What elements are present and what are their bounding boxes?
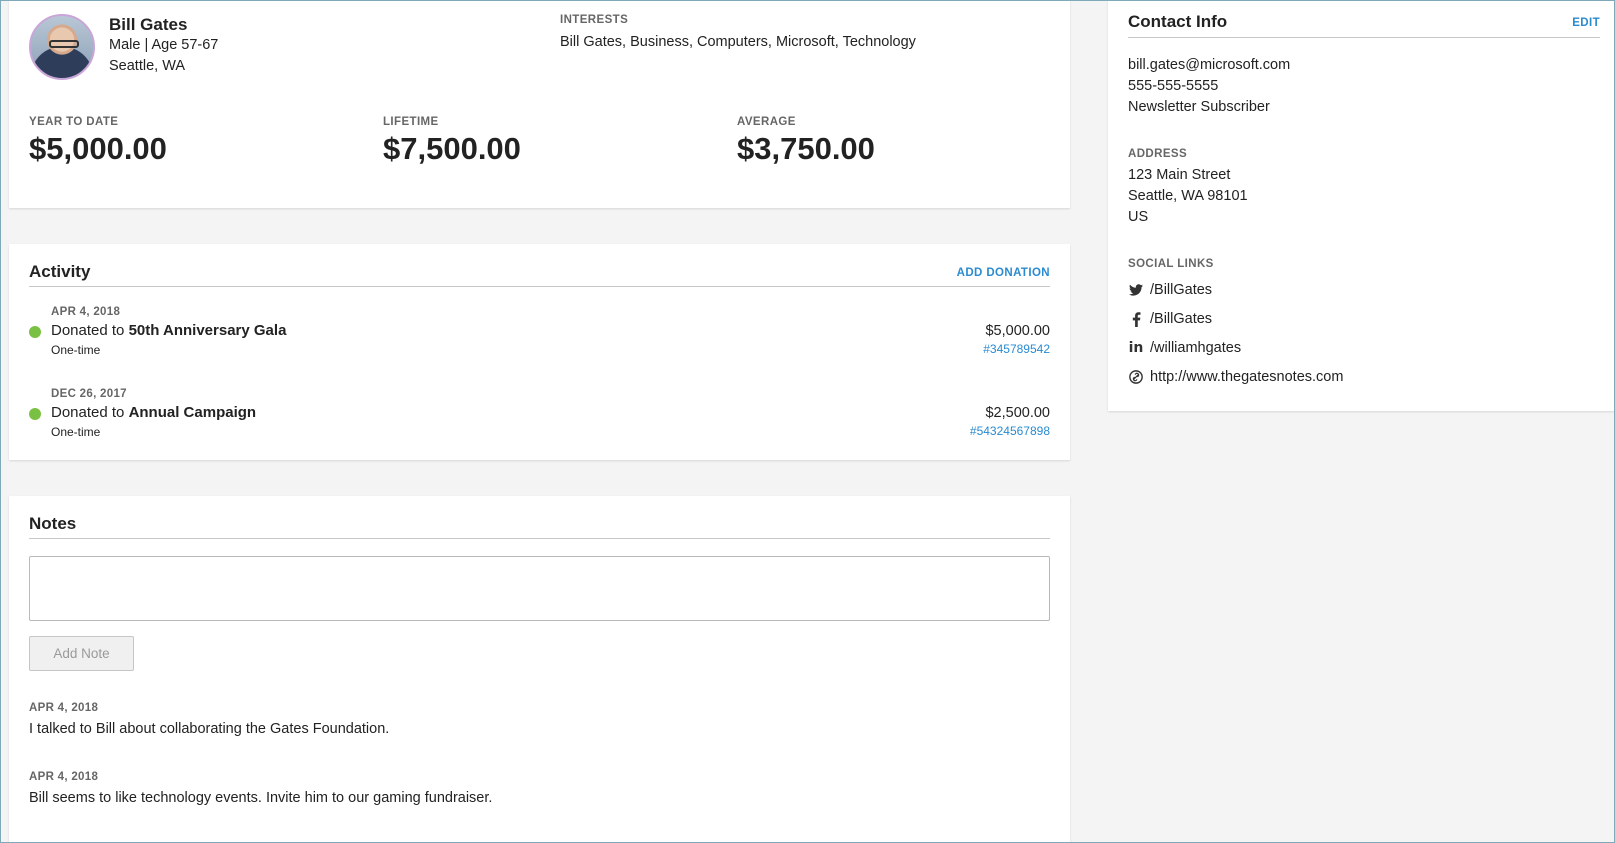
social-link-text: /BillGates — [1150, 311, 1213, 327]
contact-title: Contact Info — [1128, 12, 1228, 31]
twitter-icon — [1128, 282, 1144, 298]
address-country: US — [1128, 209, 1149, 225]
social-link-twitter[interactable]: /BillGates — [1128, 280, 1212, 300]
social-link-text: /BillGates — [1150, 282, 1213, 298]
social-links-label: SOCIAL LINKS — [1128, 258, 1214, 270]
note-text: I talked to Bill about collaborating the… — [29, 721, 390, 737]
stat-value-lifetime: $7,500.00 — [383, 131, 521, 166]
contact-phone: 555-555-5555 — [1128, 78, 1219, 94]
activity-amount: $5,000.00 — [985, 323, 1050, 339]
activity-amount: $2,500.00 — [985, 405, 1050, 421]
activity-description: Donated to 50th Anniversary Gala — [51, 322, 287, 339]
activity-card: Activity ADD DONATION APR 4, 2018 Donate… — [9, 244, 1070, 460]
stat-label-ytd: YEAR TO DATE — [29, 116, 119, 128]
contact-email[interactable]: bill.gates@microsoft.com — [1128, 57, 1290, 73]
activity-date: DEC 26, 2017 — [51, 388, 127, 400]
activity-frequency: One-time — [51, 425, 101, 439]
linkedin-icon: in — [1128, 340, 1144, 356]
add-note-button[interactable]: Add Note — [29, 636, 134, 671]
donor-gender-age: Male | Age 57-67 — [109, 37, 219, 53]
notes-title: Notes — [29, 514, 77, 533]
social-link-linkedin[interactable]: in /williamhgates — [1128, 338, 1241, 358]
add-donation-link[interactable]: ADD DONATION — [957, 267, 1050, 279]
edit-contact-link[interactable]: EDIT — [1572, 17, 1600, 29]
stat-label-average: AVERAGE — [737, 116, 796, 128]
interests-value: Bill Gates, Business, Computers, Microso… — [560, 34, 916, 50]
social-link-facebook[interactable]: /BillGates — [1128, 309, 1212, 329]
stat-value-average: $3,750.00 — [737, 131, 875, 166]
status-dot-icon — [29, 326, 41, 338]
social-link-text: http://www.thegatesnotes.com — [1150, 369, 1344, 385]
avatar — [29, 14, 95, 80]
notes-card: Notes Add Note APR 4, 2018 I talked to B… — [9, 496, 1070, 843]
subscription-status: Newsletter Subscriber — [1128, 99, 1270, 115]
note-date: APR 4, 2018 — [29, 771, 99, 783]
campaign-name[interactable]: Annual Campaign — [129, 404, 257, 421]
facebook-icon — [1128, 311, 1144, 327]
donor-location: Seattle, WA — [109, 58, 186, 74]
address-label: ADDRESS — [1128, 148, 1188, 160]
stat-value-ytd: $5,000.00 — [29, 131, 167, 166]
status-dot-icon — [29, 408, 41, 420]
contact-card: Contact Info EDIT bill.gates@microsoft.c… — [1108, 0, 1614, 411]
donation-ref-link[interactable]: #54324567898 — [970, 424, 1050, 438]
activity-frequency: One-time — [51, 343, 101, 357]
profile-card: Bill Gates Male | Age 57-67 Seattle, WA … — [9, 0, 1070, 208]
donor-name: Bill Gates — [109, 15, 188, 34]
address-line2: Seattle, WA 98101 — [1128, 188, 1248, 204]
interests-label: INTERESTS — [560, 14, 629, 26]
campaign-name[interactable]: 50th Anniversary Gala — [129, 322, 287, 339]
activity-title: Activity — [29, 262, 91, 281]
note-text: Bill seems to like technology events. In… — [29, 790, 493, 806]
activity-description: Donated to Annual Campaign — [51, 404, 257, 421]
donation-ref-link[interactable]: #345789542 — [983, 342, 1050, 356]
address-line1: 123 Main Street — [1128, 167, 1231, 183]
notes-divider — [29, 538, 1050, 539]
activity-date: APR 4, 2018 — [51, 306, 121, 318]
link-icon — [1128, 369, 1144, 385]
activity-divider — [29, 286, 1050, 287]
note-input[interactable] — [29, 556, 1050, 621]
social-link-website[interactable]: http://www.thegatesnotes.com — [1128, 367, 1343, 387]
stat-label-lifetime: LIFETIME — [383, 116, 439, 128]
contact-divider — [1128, 37, 1600, 38]
note-date: APR 4, 2018 — [29, 702, 99, 714]
social-link-text: /williamhgates — [1150, 340, 1242, 356]
